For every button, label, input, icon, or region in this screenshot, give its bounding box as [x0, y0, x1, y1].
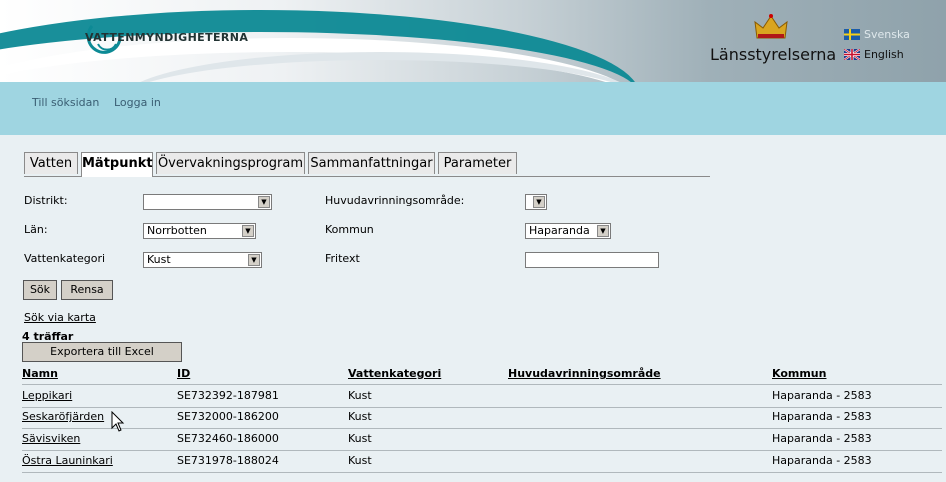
- kommun-label: Kommun: [325, 223, 374, 236]
- chevron-down-icon: ▼: [258, 196, 270, 208]
- fritext-input[interactable]: [525, 252, 659, 268]
- chevron-down-icon: ▼: [597, 225, 609, 237]
- row-vattenkategori: Kust: [348, 389, 372, 402]
- row-id: SE732000-186200: [177, 410, 279, 423]
- distrikt-label: Distrikt:: [24, 194, 68, 207]
- lan-label: Län:: [24, 223, 48, 236]
- vattenkategori-select[interactable]: Kust ▼: [143, 252, 262, 268]
- table-row: Leppikari SE732392-187981 Kust Haparanda…: [22, 384, 942, 408]
- table-row: Seskaröfjärden SE732000-186200 Kust Hapa…: [22, 406, 942, 429]
- tab-sammanfattningar[interactable]: Sammanfattningar: [308, 152, 435, 174]
- tab-parameter[interactable]: Parameter: [438, 152, 517, 174]
- row-name-link[interactable]: Seskaröfjärden: [22, 410, 104, 423]
- lansstyrelserna-logo-text: Länsstyrelserna: [710, 45, 837, 64]
- row-kommun: Haparanda - 2583: [772, 454, 872, 467]
- top-navigation: Till söksidan Logga in: [0, 82, 946, 135]
- huvudavrinningsomrade-label: Huvudavrinningsområde:: [325, 194, 465, 207]
- swedish-flag-icon: [844, 28, 860, 40]
- kommun-select[interactable]: Haparanda ▼: [525, 223, 611, 239]
- row-id: SE732460-186000: [177, 432, 279, 445]
- language-swedish-label: Svenska: [864, 27, 910, 41]
- row-vattenkategori: Kust: [348, 454, 372, 467]
- logo-text: VATTENMYNDIGHETERNA: [85, 31, 249, 44]
- row-kommun: Haparanda - 2583: [772, 410, 872, 423]
- language-swedish-link[interactable]: Svenska: [844, 24, 910, 44]
- tab-bar: Vatten Mätpunkt Övervakningsprogram Samm…: [24, 152, 710, 177]
- row-name-link[interactable]: Östra Launinkari: [22, 454, 113, 467]
- row-id: SE732392-187981: [177, 389, 279, 402]
- mouse-pointer-icon: [111, 411, 125, 432]
- kommun-value: Haparanda: [529, 224, 590, 237]
- row-vattenkategori: Kust: [348, 410, 372, 423]
- nav-link-search-page[interactable]: Till söksidan: [32, 96, 99, 109]
- chevron-down-icon: ▼: [533, 196, 545, 208]
- chevron-down-icon: ▼: [242, 225, 254, 237]
- export-excel-button[interactable]: Exportera till Excel: [22, 342, 182, 362]
- row-name-link[interactable]: Sävisviken: [22, 432, 80, 445]
- uk-flag-icon: [844, 48, 860, 60]
- clear-button[interactable]: Rensa: [61, 280, 113, 300]
- vattenkategori-label: Vattenkategori: [24, 252, 106, 265]
- column-header-id[interactable]: ID: [177, 367, 190, 380]
- header-banner: VATTENMYNDIGHETERNA Länsstyrelserna Sven…: [0, 0, 946, 82]
- fritext-label: Fritext: [325, 252, 360, 265]
- language-english-link[interactable]: English: [844, 44, 910, 64]
- language-english-label: English: [864, 47, 904, 61]
- vattenkategori-value: Kust: [147, 253, 171, 266]
- main-content: Vatten Mätpunkt Övervakningsprogram Samm…: [22, 145, 942, 482]
- nav-link-login[interactable]: Logga in: [114, 96, 161, 109]
- distrikt-select[interactable]: ▼: [143, 194, 272, 210]
- column-header-huvudavrinningsomrade[interactable]: Huvudavrinningsområde: [508, 367, 661, 380]
- tab-overvakningsprogram[interactable]: Övervakningsprogram: [156, 152, 305, 174]
- row-kommun: Haparanda - 2583: [772, 389, 872, 402]
- column-header-vattenkategori[interactable]: Vattenkategori: [348, 367, 441, 380]
- table-row: Sävisviken SE732460-186000 Kust Haparand…: [22, 428, 942, 451]
- row-vattenkategori: Kust: [348, 432, 372, 445]
- search-button[interactable]: Sök: [23, 280, 57, 300]
- lan-select[interactable]: Norrbotten ▼: [143, 223, 256, 239]
- tab-vatten[interactable]: Vatten: [24, 152, 78, 174]
- language-switcher: Svenska English: [844, 24, 910, 64]
- row-kommun: Haparanda - 2583: [772, 432, 872, 445]
- column-header-namn[interactable]: Namn: [22, 367, 58, 380]
- tab-matpunkt[interactable]: Mätpunkt: [81, 152, 153, 177]
- chevron-down-icon: ▼: [248, 254, 260, 266]
- column-header-kommun[interactable]: Kommun: [772, 367, 826, 380]
- crown-icon: [754, 14, 788, 39]
- table-row: Östra Launinkari SE731978-188024 Kust Ha…: [22, 450, 942, 473]
- search-via-map-link[interactable]: Sök via karta: [24, 311, 96, 324]
- row-name-link[interactable]: Leppikari: [22, 389, 72, 402]
- row-id: SE731978-188024: [177, 454, 279, 467]
- lan-value: Norrbotten: [147, 224, 207, 237]
- huvudavrinningsomrade-select[interactable]: ▼: [525, 194, 547, 210]
